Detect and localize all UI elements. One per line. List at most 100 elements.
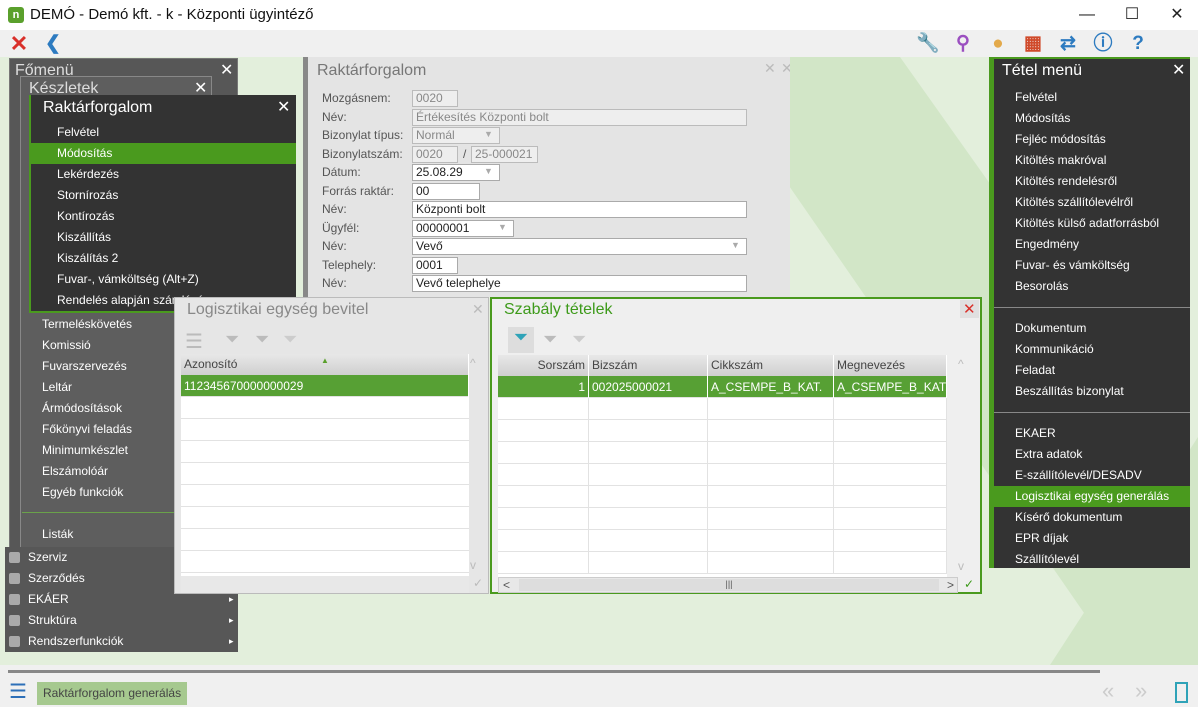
fomenu-close-icon[interactable]: ✕ [220, 60, 233, 80]
tetel-menu-item[interactable]: Besorolás [994, 276, 1190, 297]
table-cell[interactable] [498, 464, 589, 486]
table-cell[interactable] [589, 398, 708, 420]
table-cell[interactable] [708, 508, 834, 530]
field-input[interactable]: Értékesítés Központi bolt [412, 108, 747, 126]
swap-icon[interactable]: ⇄ [1053, 32, 1083, 56]
filter-add-icon[interactable]: ⏷ [572, 329, 586, 350]
table-cell[interactable] [708, 552, 834, 574]
filter-clear-icon[interactable]: ⏷ [543, 329, 557, 350]
field-input[interactable]: 00 [412, 182, 480, 200]
fomenu-bottom-item[interactable]: Szerviz [28, 547, 67, 568]
menu-icon[interactable]: ☰ [9, 682, 27, 702]
table-row[interactable] [498, 530, 947, 552]
tetel-menu-item[interactable]: Kitöltés rendelésről [994, 171, 1190, 192]
table-cell[interactable] [498, 442, 589, 464]
table-row[interactable] [498, 464, 947, 486]
table-cell[interactable] [498, 552, 589, 574]
tetel-menu-item[interactable]: Dokumentum [994, 318, 1190, 339]
maximize-button[interactable]: ☐ [1117, 4, 1147, 26]
table-cell[interactable] [708, 398, 834, 420]
table-cell[interactable] [589, 442, 708, 464]
table-row[interactable] [498, 442, 947, 464]
tetel-menu-item[interactable]: EKAER [994, 423, 1190, 444]
help-icon[interactable]: ? [1123, 32, 1153, 56]
table-cell[interactable] [834, 486, 947, 508]
dropdown-arrow-icon[interactable]: ▼ [484, 129, 493, 139]
table-row[interactable] [181, 463, 469, 485]
table-cell[interactable] [834, 552, 947, 574]
rf-menu-item[interactable]: Kiszálítás 2 [31, 248, 296, 269]
tetel-menu-item[interactable]: Feladat [994, 360, 1190, 381]
rf-menu-item[interactable]: Kontírozás [31, 206, 296, 227]
table-row[interactable] [181, 507, 469, 529]
field-input[interactable]: 0020 [412, 145, 458, 163]
horizontal-scrollbar[interactable] [181, 576, 469, 593]
szabaly-close-icon[interactable]: ✕ [960, 300, 979, 318]
rf-menu-item[interactable]: Felvétel [31, 122, 296, 143]
list-view-icon[interactable] [1175, 682, 1188, 703]
close-icon[interactable]: ✕ [4, 32, 34, 56]
column-header[interactable]: Cikkszám [708, 355, 834, 376]
filter-clear-icon[interactable]: ⏷ [255, 329, 269, 350]
fomenu-bottom-item[interactable]: Struktúra [28, 610, 77, 631]
table-cell[interactable] [834, 508, 947, 530]
logi-close-icon[interactable]: ✕ [472, 301, 484, 318]
table-cell[interactable] [498, 530, 589, 552]
scroll-up-icon[interactable]: ^ [958, 357, 964, 371]
task-chip[interactable]: Raktárforgalom generálás [37, 682, 188, 705]
filter-add-icon[interactable]: ⏷ [283, 329, 297, 350]
column-header[interactable]: Bizszám [589, 355, 708, 376]
fomenu-bottom-item[interactable]: Rendszerfunkciók [28, 631, 123, 652]
table-cell[interactable] [708, 486, 834, 508]
rf-menu-item[interactable]: Módosítás [31, 143, 296, 164]
field-input[interactable]: 0001 [412, 256, 458, 274]
dropdown-arrow-icon[interactable]: ▼ [498, 222, 507, 232]
prev-icon[interactable]: « [1102, 679, 1114, 703]
rf-menu-item[interactable]: Kiszállítás [31, 227, 296, 248]
scroll-right-icon[interactable]: > [947, 578, 954, 592]
tetel-menu-item[interactable]: Extra adatok [994, 444, 1190, 465]
tetel-menu-item[interactable]: Felvétel [994, 87, 1190, 108]
table-cell[interactable] [498, 508, 589, 530]
table-cell[interactable] [589, 552, 708, 574]
apps-icon[interactable]: ▦ [1018, 32, 1048, 56]
table-row[interactable] [181, 397, 469, 419]
table-cell[interactable] [834, 420, 947, 442]
tetel-menu-close-icon[interactable]: ✕ [1172, 60, 1185, 80]
field-input[interactable]: 25-000021 [471, 145, 538, 163]
table-row[interactable] [498, 552, 947, 574]
tetel-menu-item[interactable]: Szállítólevél [994, 549, 1190, 570]
tetel-menu-item[interactable]: EPR díjak [994, 528, 1190, 549]
back-icon[interactable]: ❮ [38, 32, 68, 56]
table-cell[interactable]: A_CSEMPE_B_KAT. [708, 376, 834, 398]
tetel-menu-item[interactable]: E-szállítólevél/DESADV [994, 465, 1190, 486]
close-window-button[interactable]: ✕ [1162, 4, 1192, 26]
column-header[interactable]: Sorszám [498, 355, 589, 376]
table-row[interactable] [498, 420, 947, 442]
fomenu-item[interactable]: Termeléskövetés [42, 314, 132, 335]
table-cell[interactable] [834, 530, 947, 552]
table-cell[interactable] [589, 530, 708, 552]
table-cell[interactable] [589, 508, 708, 530]
field-input[interactable]: Vevő telephelye [412, 275, 747, 292]
table-cell[interactable]: 002025000021 [589, 376, 708, 398]
table-row[interactable] [498, 398, 947, 420]
table-cell[interactable] [708, 442, 834, 464]
table-row[interactable] [498, 486, 947, 508]
tetel-menu-item[interactable]: Kitöltés külső adatforrásból [994, 213, 1190, 234]
minimize-button[interactable]: — [1072, 4, 1102, 26]
dropdown-arrow-icon[interactable]: ▼ [484, 166, 493, 176]
info-icon[interactable]: ⓘ [1088, 32, 1118, 56]
table-cell[interactable]: 1 [498, 376, 589, 398]
tetel-menu-item[interactable]: Engedmény [994, 234, 1190, 255]
tetel-menu-item[interactable]: Módosítás [994, 108, 1190, 129]
table-cell[interactable] [834, 464, 947, 486]
table-row[interactable]: 1 002025000021 A_CSEMPE_B_KAT. A_CSEMPE_B_K… [498, 376, 947, 398]
dropdown-arrow-icon[interactable]: ▼ [731, 240, 740, 250]
tetel-menu-item[interactable]: Kommunikáció [994, 339, 1190, 360]
rf-menu-close-icon[interactable]: ✕ [277, 97, 290, 117]
fomenu-bottom-item[interactable]: EKÁER [28, 589, 69, 610]
tetel-menu-item[interactable]: Kitöltés makróval [994, 150, 1190, 171]
tetel-menu-item[interactable]: Fejléc módosítás [994, 129, 1190, 150]
wrench-icon[interactable]: 🔧 [913, 32, 943, 56]
